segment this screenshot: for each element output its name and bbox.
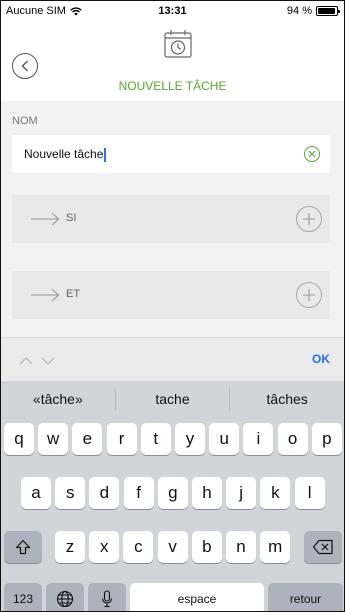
battery-fill xyxy=(318,8,335,14)
key-n[interactable]: n xyxy=(226,531,256,563)
key-t[interactable]: t xyxy=(140,423,171,455)
numbers-key[interactable]: 123 xyxy=(4,583,42,611)
key-r[interactable]: r xyxy=(106,423,137,455)
key-p[interactable]: p xyxy=(311,423,342,455)
close-icon xyxy=(308,150,316,158)
microphone-key[interactable] xyxy=(88,583,126,611)
arrow-right-icon xyxy=(31,288,60,302)
condition-row-if[interactable]: SI xyxy=(12,195,330,243)
key-i[interactable]: i xyxy=(243,423,274,455)
ok-button[interactable]: OK xyxy=(312,352,330,366)
keyboard: «tâche» tache tâches qwertyuiop asdfghjkl… xyxy=(1,381,344,611)
suggestion-item[interactable]: tache xyxy=(116,381,230,417)
plus-icon xyxy=(303,289,315,301)
status-bar: Aucune SIM 13:31 94 % xyxy=(1,1,344,21)
delete-key[interactable] xyxy=(304,531,342,563)
globe-key[interactable] xyxy=(46,583,84,611)
return-key[interactable]: retour xyxy=(268,583,343,611)
key-j[interactable]: j xyxy=(226,477,257,509)
add-condition-and-button[interactable] xyxy=(296,282,322,308)
backspace-icon xyxy=(312,539,333,555)
form-area: NOM Nouvelle tâche SI ET xyxy=(1,101,344,337)
key-h[interactable]: h xyxy=(192,477,222,509)
key-x[interactable]: x xyxy=(89,531,120,563)
name-field[interactable]: Nouvelle tâche xyxy=(12,135,330,173)
name-label: NOM xyxy=(12,115,38,127)
key-a[interactable]: a xyxy=(21,477,51,509)
app-header: NOUVELLE TÂCHE xyxy=(1,21,344,101)
key-y[interactable]: y xyxy=(175,423,205,455)
row-label-if: SI xyxy=(66,212,77,224)
text-caret xyxy=(104,147,107,162)
suggestion-item[interactable]: «tâche» xyxy=(1,381,115,417)
key-c[interactable]: c xyxy=(123,531,154,563)
key-d[interactable]: d xyxy=(89,477,120,509)
condition-row-and[interactable]: ET xyxy=(12,271,330,319)
suggestion-item[interactable]: tâches xyxy=(230,381,344,417)
key-b[interactable]: b xyxy=(191,531,222,563)
key-w[interactable]: w xyxy=(38,423,69,455)
add-condition-if-button[interactable] xyxy=(296,206,322,232)
shift-icon xyxy=(15,539,31,555)
key-u[interactable]: u xyxy=(209,423,240,455)
calendar-clock-icon xyxy=(164,30,192,58)
key-q[interactable]: q xyxy=(4,423,34,455)
space-key[interactable]: espace xyxy=(130,583,264,611)
key-o[interactable]: o xyxy=(277,423,308,455)
arrow-right-icon xyxy=(31,212,60,226)
microphone-icon xyxy=(101,590,113,608)
plus-icon xyxy=(303,213,315,225)
key-g[interactable]: g xyxy=(157,477,188,509)
key-l[interactable]: l xyxy=(294,477,325,509)
name-field-value[interactable]: Nouvelle tâche xyxy=(24,147,107,162)
suggestion-bar: «tâche» tache tâches xyxy=(1,381,344,417)
key-s[interactable]: s xyxy=(55,477,86,509)
key-e[interactable]: e xyxy=(72,423,103,455)
chevron-left-icon xyxy=(21,60,28,72)
shift-key[interactable] xyxy=(4,531,42,563)
battery-icon xyxy=(316,6,340,16)
battery-percent: 94 % xyxy=(286,5,312,17)
page-title: NOUVELLE TÂCHE xyxy=(118,79,227,93)
key-m[interactable]: m xyxy=(260,531,291,563)
key-k[interactable]: k xyxy=(260,477,291,509)
back-button[interactable] xyxy=(12,53,38,79)
row-label-and: ET xyxy=(66,288,81,300)
key-v[interactable]: v xyxy=(157,531,188,563)
chevron-down-icon[interactable] xyxy=(41,354,55,368)
keyboard-toolbar: OK xyxy=(1,337,344,381)
clear-icon[interactable] xyxy=(304,146,320,162)
globe-icon xyxy=(56,590,74,608)
phone-screen: Aucune SIM 13:31 94 % NOUVELLE TÂCHE NOM… xyxy=(0,0,345,612)
chevron-up-icon[interactable] xyxy=(19,354,33,368)
key-f[interactable]: f xyxy=(123,477,154,509)
battery-group: 94 % xyxy=(286,5,340,17)
key-z[interactable]: z xyxy=(55,531,85,563)
